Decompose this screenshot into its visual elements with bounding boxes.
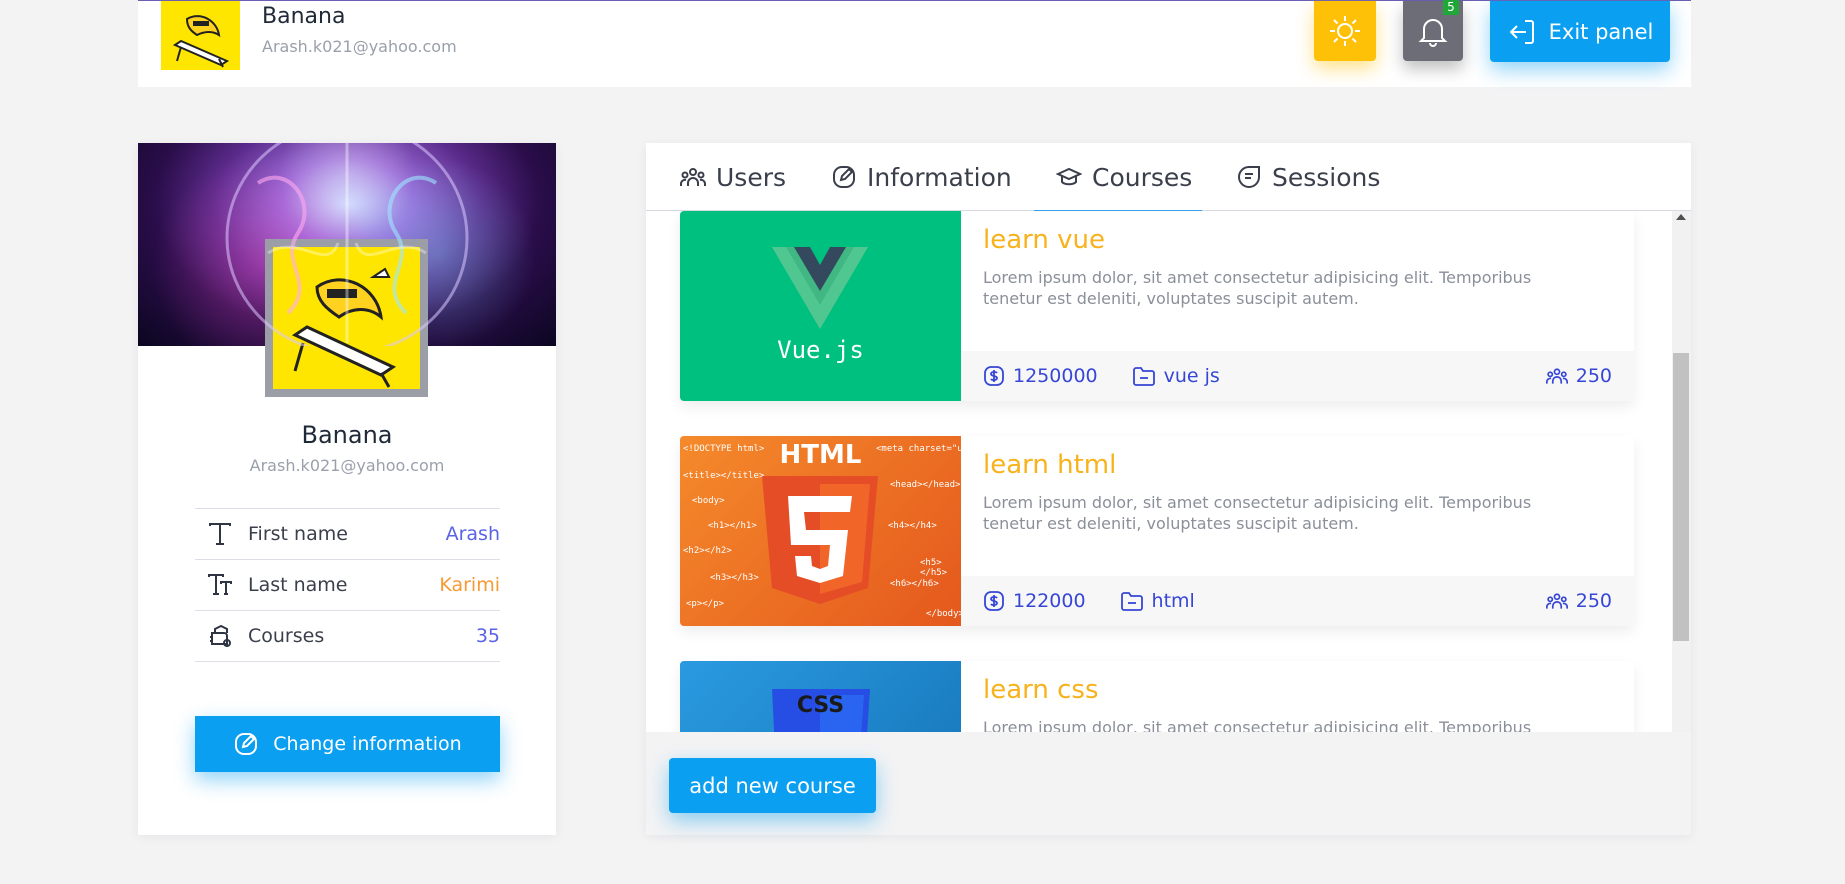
code-snippet: <body>	[692, 496, 725, 506]
header-user-name: Banana	[262, 4, 346, 29]
code-snippet: <title></title>	[683, 471, 765, 481]
users-icon	[1545, 593, 1568, 609]
main-panel-footer: add new course	[646, 732, 1691, 835]
code-snippet: <head></head>	[890, 480, 961, 490]
course-description: Lorem ipsum dolor, sit amet consectetur …	[983, 493, 1532, 533]
sessions-icon	[1238, 166, 1260, 188]
tab-label: Users	[716, 162, 787, 192]
course-thumbnail: Vue.js	[680, 211, 961, 401]
course-thumbnail: CSS	[680, 661, 961, 732]
notifications-button[interactable]: 5	[1403, 0, 1463, 61]
exit-panel-label: Exit panel	[1548, 19, 1654, 44]
code-snippet: <meta charset="utf-	[876, 444, 961, 454]
text-size-icon	[207, 572, 233, 598]
users-icon	[1545, 368, 1568, 384]
course-title[interactable]: learn html	[983, 450, 1116, 480]
code-snippet: <!DOCTYPE html>	[683, 444, 765, 454]
text-icon	[207, 521, 233, 547]
header-user-email: Arash.k021@yahoo.com	[262, 37, 457, 56]
logout-icon	[1509, 19, 1534, 44]
course-students: 250	[1545, 590, 1612, 612]
exit-panel-button[interactable]: Exit panel	[1490, 1, 1670, 62]
code-snippet: </body>	[926, 609, 961, 619]
code-snippet: <h4></h4>	[888, 521, 937, 531]
theme-toggle-button[interactable]	[1314, 1, 1376, 61]
course-students-value: 250	[1575, 365, 1612, 387]
top-header: Banana Arash.k021@yahoo.com 5 Exit panel	[138, 0, 1691, 87]
course-category: vue js	[1132, 365, 1220, 387]
folder-icon	[1120, 592, 1143, 611]
tab-label: Courses	[1092, 162, 1193, 192]
course-price-value: 1250000	[1013, 365, 1098, 387]
scroll-up-arrow-icon[interactable]	[1676, 214, 1686, 220]
course-thumbnail-label: Vue.js	[777, 336, 864, 364]
profile-email: Arash.k021@yahoo.com	[249, 456, 445, 475]
course-category: html	[1120, 590, 1195, 612]
folder-icon	[1132, 367, 1155, 386]
course-category-value: html	[1151, 590, 1195, 612]
course-title[interactable]: learn vue	[983, 225, 1105, 255]
edit-icon	[833, 166, 855, 188]
main-panel: Users Information Courses Sessions Vue.j…	[646, 143, 1691, 835]
scrollbar-thumb[interactable]	[1673, 353, 1689, 641]
code-snippet: <h6></h6>	[890, 579, 939, 589]
profile-cover-image	[138, 143, 556, 346]
tab-label: Information	[867, 162, 1012, 192]
courses-icon	[207, 623, 233, 649]
graduation-cap-icon	[1056, 167, 1082, 186]
course-footer: 122000 html 250	[961, 576, 1634, 626]
users-icon	[680, 168, 706, 186]
info-value: Karimi	[439, 574, 500, 596]
tab-sessions[interactable]: Sessions	[1236, 143, 1380, 211]
info-row-first-name: First name Arash	[195, 509, 500, 560]
course-list-scrollbar[interactable]	[1672, 211, 1691, 732]
course-card-html[interactable]: HTML <!DOCTYPE html> <meta charset="utf-…	[680, 436, 1634, 626]
profile-name: Banana	[301, 421, 393, 449]
notification-badge: 5	[1443, 0, 1459, 15]
info-row-courses: Courses 35	[195, 611, 500, 662]
course-price: 1250000	[983, 365, 1098, 387]
tab-users[interactable]: Users	[680, 143, 786, 211]
tab-information[interactable]: Information	[831, 143, 1012, 211]
tab-bar: Users Information Courses Sessions	[646, 143, 1691, 212]
code-snippet: <h3></h3>	[710, 573, 759, 583]
code-snippet: <p></p>	[686, 599, 724, 609]
info-value: 35	[475, 625, 500, 647]
course-students-value: 250	[1575, 590, 1612, 612]
course-list[interactable]: Vue.js learn vue Lorem ipsum dolor, sit …	[646, 211, 1672, 732]
dollar-icon	[984, 366, 1004, 386]
course-price: 122000	[983, 590, 1086, 612]
course-students: 250	[1545, 365, 1612, 387]
tab-courses[interactable]: Courses	[1033, 143, 1203, 212]
course-thumbnail: HTML <!DOCTYPE html> <meta charset="utf-…	[680, 436, 961, 626]
course-footer: 1250000 vue js 250	[961, 351, 1634, 401]
dollar-icon	[984, 591, 1004, 611]
course-card-css[interactable]: CSS learn css Lorem ipsum dolor, sit ame…	[680, 661, 1634, 732]
course-price-value: 122000	[1013, 590, 1086, 612]
info-value: Arash	[445, 523, 500, 545]
edit-icon	[235, 733, 258, 755]
course-description: Lorem ipsum dolor, sit amet consectetur …	[983, 268, 1532, 308]
sun-icon	[1330, 16, 1360, 46]
header-avatar[interactable]	[161, 1, 240, 70]
course-card-vue[interactable]: Vue.js learn vue Lorem ipsum dolor, sit …	[680, 211, 1634, 401]
change-information-label: Change information	[273, 733, 462, 755]
course-thumbnail-label: CSS	[796, 693, 845, 718]
info-label: First name	[248, 523, 348, 545]
info-label: Courses	[248, 625, 325, 647]
code-snippet: <h2></h2>	[683, 546, 732, 556]
info-label: Last name	[248, 574, 348, 596]
code-snippet: <h5></h5>	[920, 558, 948, 578]
course-category-value: vue js	[1163, 365, 1220, 387]
course-description: Lorem ipsum dolor, sit amet consectetur …	[983, 718, 1532, 732]
bell-icon	[1418, 19, 1448, 47]
profile-info-list: First name Arash Last name Karimi Course…	[195, 508, 500, 662]
info-row-last-name: Last name Karimi	[195, 560, 500, 611]
tab-label: Sessions	[1272, 162, 1381, 192]
add-new-course-button[interactable]: add new course	[669, 758, 876, 813]
change-information-button[interactable]: Change information	[195, 716, 500, 772]
code-snippet: <h1></h1>	[708, 521, 757, 531]
course-title[interactable]: learn css	[983, 675, 1099, 705]
profile-card: Banana Arash.k021@yahoo.com First name A…	[138, 143, 556, 835]
